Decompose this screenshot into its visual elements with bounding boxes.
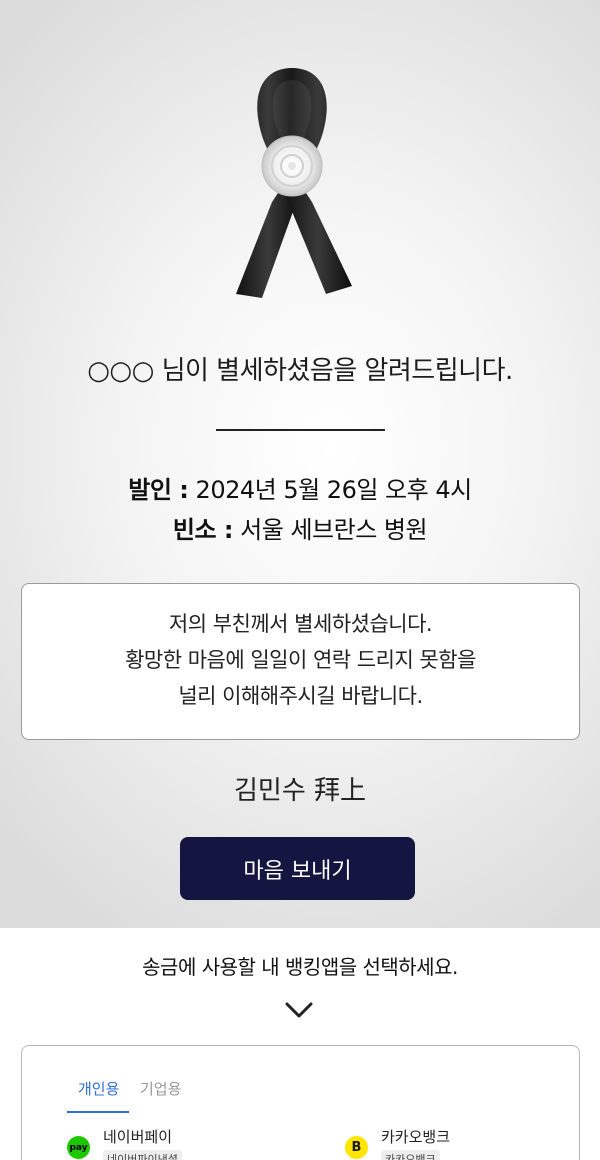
- message-line: 널리 이해해주시길 바랍니다.: [178, 684, 423, 708]
- chevron-down-icon[interactable]: [284, 1000, 314, 1020]
- bank-tag: 네이버파이낸셜: [103, 1150, 182, 1160]
- message-line: 저의 부친께서 별세하셨습니다.: [168, 612, 433, 636]
- tab-personal[interactable]: 개인용: [78, 1078, 119, 1099]
- send-condolence-button[interactable]: 마음 보내기: [180, 837, 415, 900]
- bank-prompt: 송금에 사용할 내 뱅킹앱을 선택하세요.: [142, 955, 458, 979]
- divider: [216, 429, 385, 431]
- venue-value: 서울 세브란스 병원: [240, 516, 428, 544]
- venue-label: 빈소 :: [172, 516, 234, 544]
- mourning-ribbon-icon: [236, 68, 352, 298]
- naverpay-icon: pay: [67, 1136, 90, 1159]
- signature: 김민수 拜上: [233, 776, 367, 806]
- bank-item-naverpay[interactable]: pay 네이버페이 네이버파이낸셜: [67, 1126, 317, 1160]
- venue-row: 빈소 : 서울 세브란스 병원: [0, 510, 600, 550]
- message-line: 황망한 마음에 일일이 연락 드리지 못함을: [125, 648, 476, 672]
- active-tab-indicator: [67, 1111, 129, 1113]
- bank-tag: 카카오뱅크: [381, 1150, 440, 1160]
- departure-label: 발인 :: [128, 476, 189, 504]
- funeral-info: 발인 : 2024년 5월 26일 오후 4시 빈소 : 서울 세브란스 병원: [0, 470, 600, 550]
- bank-selector-card: 개인용 기업용 pay 네이버페이 네이버파이낸셜 B 카카오뱅크 카카오뱅크: [21, 1045, 580, 1160]
- tab-business[interactable]: 기업용: [140, 1078, 181, 1099]
- bank-name: 네이버페이: [103, 1128, 173, 1146]
- departure-row: 발인 : 2024년 5월 26일 오후 4시: [0, 470, 600, 510]
- obituary-hero: ○○○ 님이 별세하셨음을 알려드립니다. 발인 : 2024년 5월 26일 …: [0, 0, 600, 928]
- kakaobank-icon: B: [345, 1136, 368, 1159]
- bank-item-kakaobank[interactable]: B 카카오뱅크 카카오뱅크: [345, 1126, 565, 1160]
- departure-value: 2024년 5월 26일 오후 4시: [195, 476, 473, 504]
- obituary-headline: ○○○ 님이 별세하셨음을 알려드립니다.: [87, 356, 513, 386]
- bank-name: 카카오뱅크: [381, 1128, 451, 1146]
- message-card: 저의 부친께서 별세하셨습니다. 황망한 마음에 일일이 연락 드리지 못함을 …: [21, 583, 580, 740]
